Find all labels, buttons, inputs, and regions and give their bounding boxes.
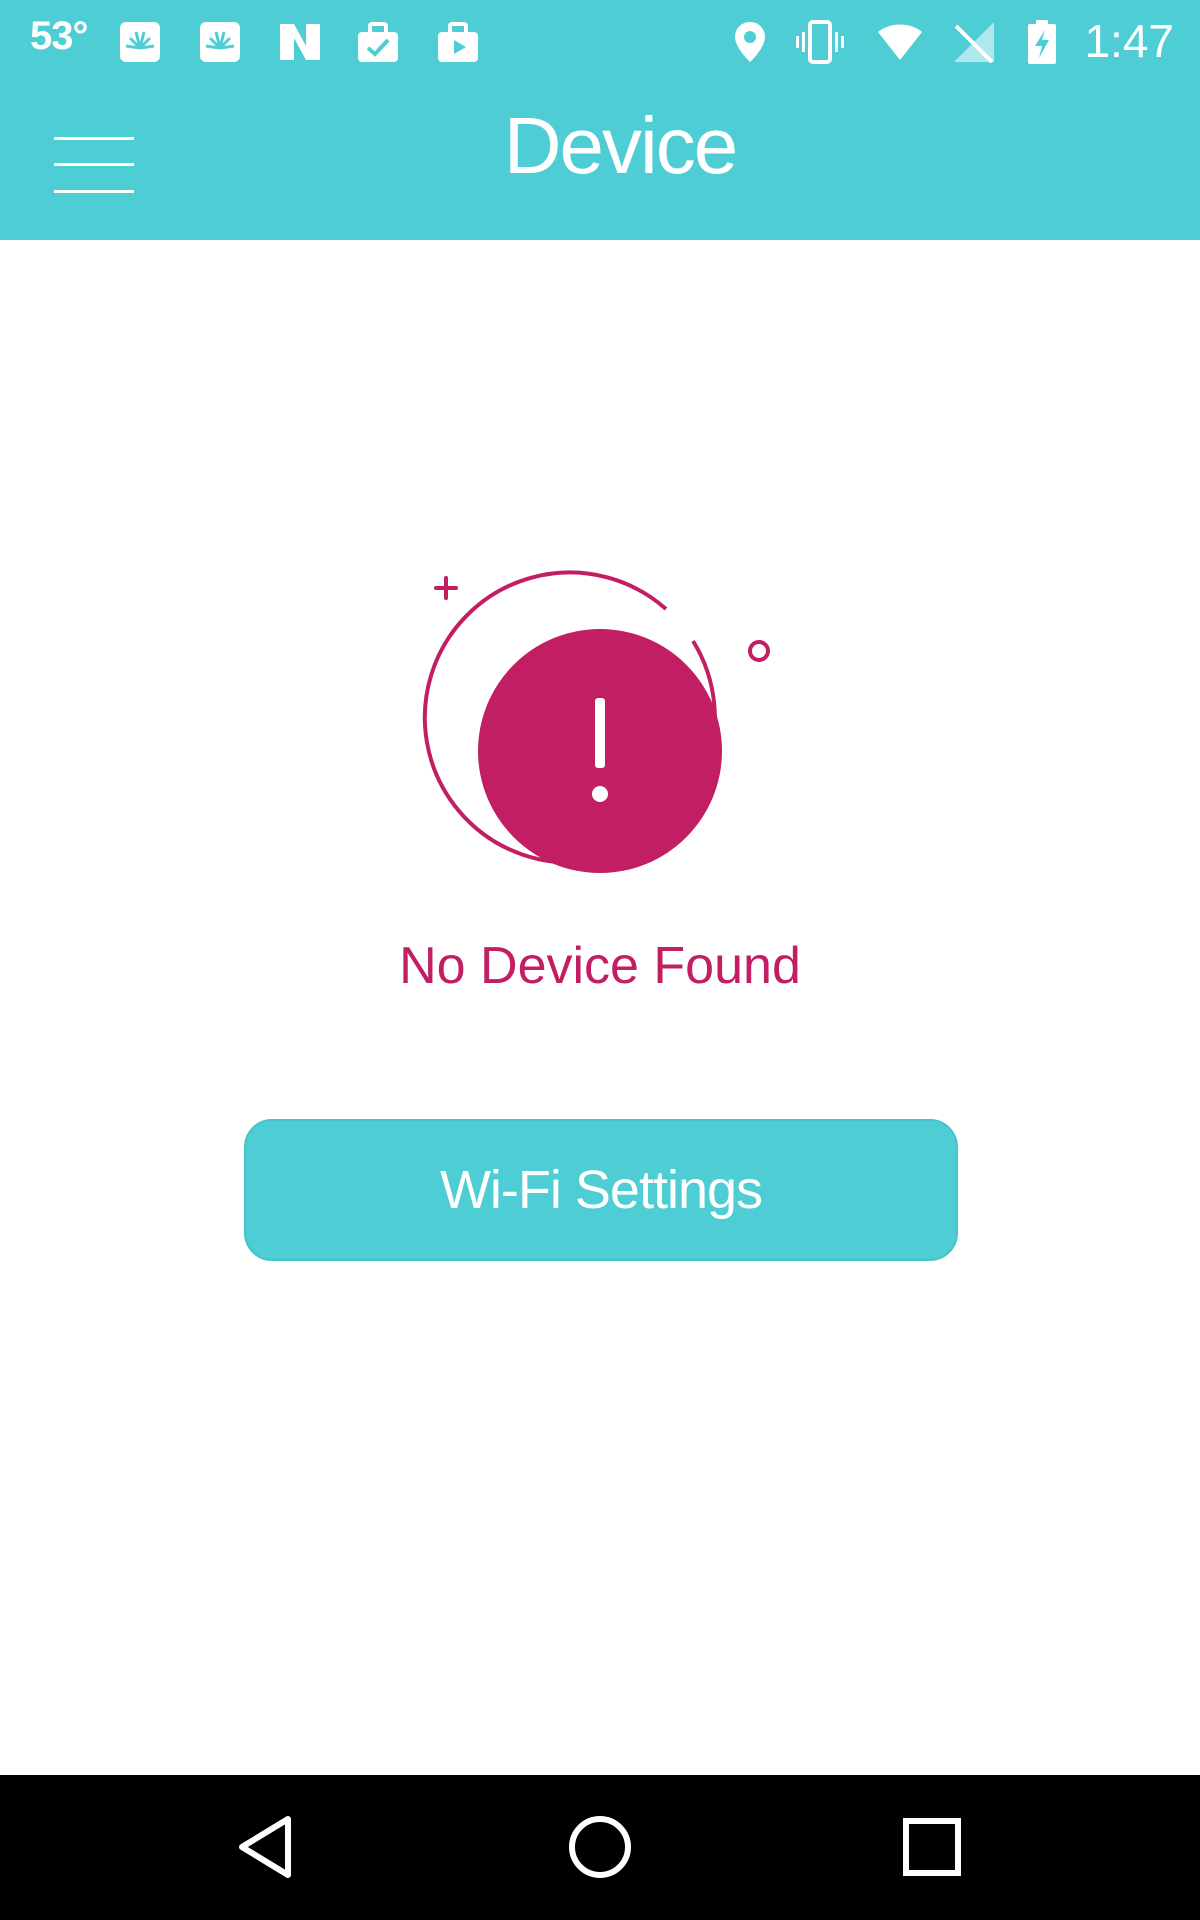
status-bar: 53° 1:47	[0, 0, 1200, 80]
play-store-icon	[438, 22, 478, 62]
no-device-message: No Device Found	[399, 937, 801, 995]
no-signal-icon	[954, 22, 994, 64]
clock-text: 1:47	[1084, 15, 1174, 67]
app-bar: Device	[0, 80, 1200, 240]
navigation-bar	[0, 1775, 1200, 1920]
home-icon[interactable]	[550, 1797, 650, 1897]
recents-icon[interactable]	[882, 1797, 982, 1897]
huawei-icon	[120, 22, 160, 62]
n-logo-icon	[280, 24, 320, 60]
battery-charging-icon	[1028, 20, 1056, 64]
vibrate-icon	[796, 20, 844, 64]
temperature-text: 53°	[30, 14, 88, 58]
location-icon	[735, 22, 765, 62]
huawei-icon	[200, 22, 240, 62]
page-title: Device	[503, 101, 739, 190]
screen: 53° 1:47 Device No Device Found Wi-Fi Se…	[0, 0, 1200, 1920]
briefcase-check-icon	[358, 22, 398, 62]
wifi-icon	[878, 24, 922, 60]
exclamation-circle-icon	[422, 570, 770, 873]
back-icon[interactable]	[218, 1797, 318, 1897]
wifi-settings-button[interactable]: Wi-Fi Settings	[244, 1119, 958, 1261]
